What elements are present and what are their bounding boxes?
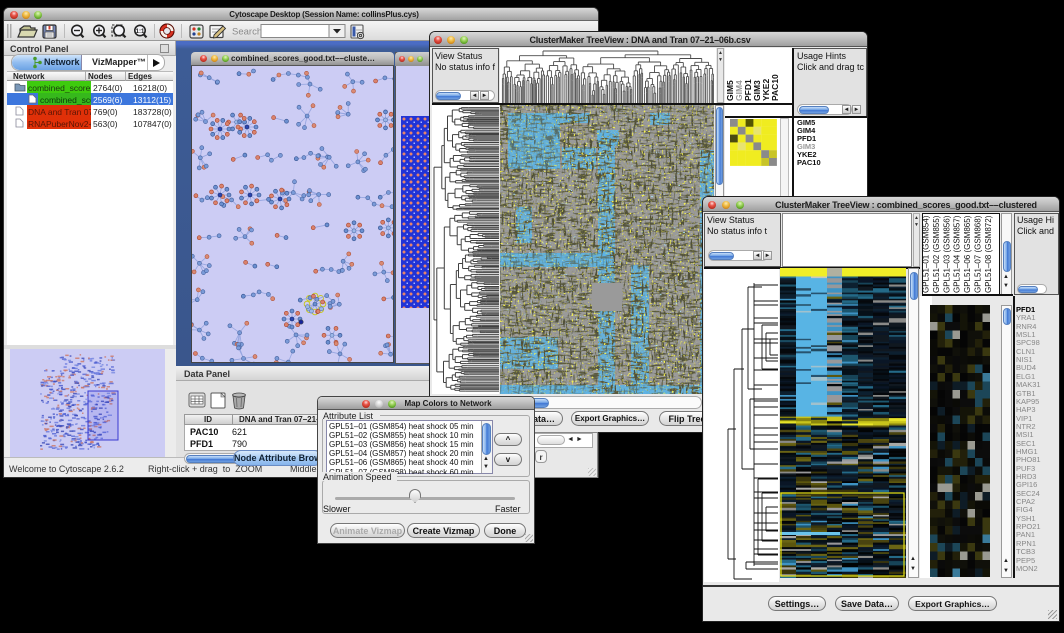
- svg-text:PAC10: PAC10: [770, 74, 780, 101]
- svg-text:GPL51–01 (GSM854): GPL51–01 (GSM854): [922, 215, 931, 293]
- svg-text:GPL51–08 (GSM872): GPL51–08 (GSM872): [984, 215, 993, 293]
- svg-text:GPL51–02 (GSM855): GPL51–02 (GSM855): [932, 215, 941, 293]
- svg-text:Search:: Search:: [232, 27, 265, 38]
- svg-text:GPL51–06 (GSM865): GPL51–06 (GSM865): [963, 215, 972, 293]
- svg-text:GPL51–07 (GSM868): GPL51–07 (GSM868): [974, 215, 983, 293]
- svg-text:1:1: 1:1: [136, 29, 145, 35]
- svg-text:GPL51–04 (GSM857): GPL51–04 (GSM857): [953, 215, 962, 293]
- svg-text:GPL51–03 (GSM856): GPL51–03 (GSM856): [942, 215, 951, 293]
